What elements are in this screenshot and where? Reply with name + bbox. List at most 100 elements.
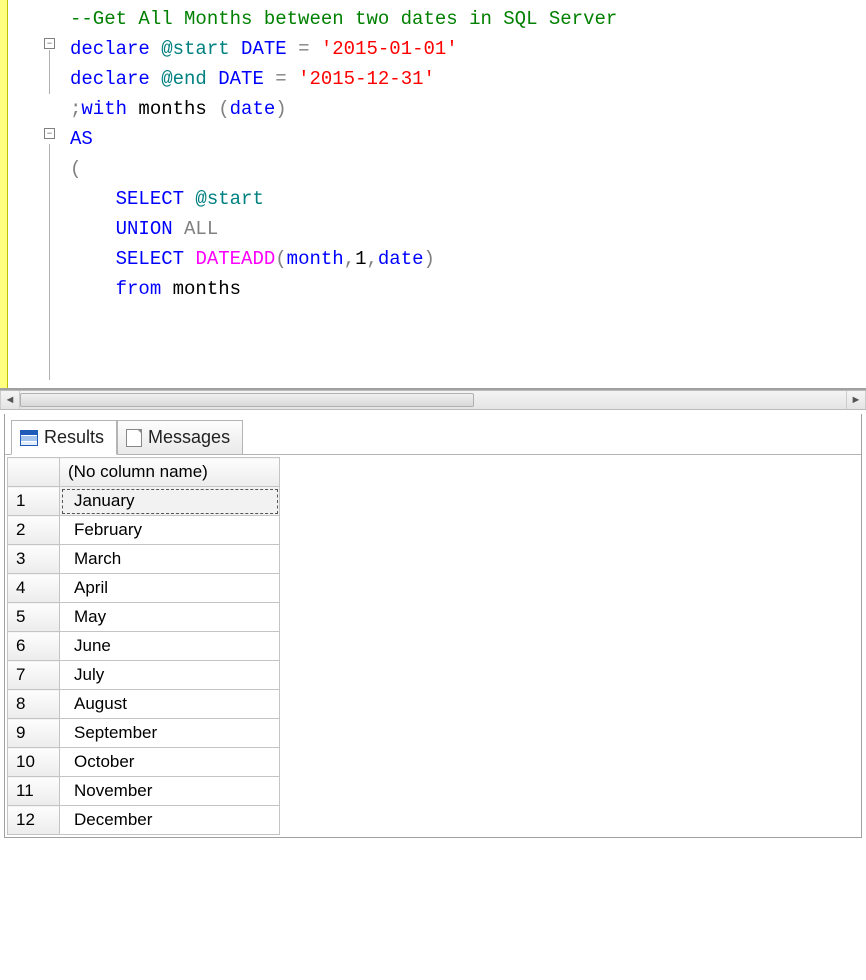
- code-line[interactable]: SELECT DATEADD(month,1,date): [70, 244, 617, 274]
- table-row[interactable]: 6June: [8, 632, 280, 661]
- results-grid[interactable]: (No column name) 1January2February3March…: [7, 457, 280, 835]
- code-fold-margin: −−: [8, 0, 52, 388]
- code-token: UNION: [116, 218, 173, 240]
- table-row[interactable]: 8August: [8, 690, 280, 719]
- code-token: with: [81, 98, 127, 120]
- code-token: [70, 188, 116, 210]
- table-row[interactable]: 4April: [8, 574, 280, 603]
- results-tabstrip: Results Messages: [5, 414, 861, 455]
- code-token: [70, 248, 116, 270]
- code-token: (: [275, 248, 286, 270]
- code-token: SELECT: [116, 248, 184, 270]
- row-number[interactable]: 5: [8, 603, 60, 632]
- code-token: [184, 248, 195, 270]
- editor-horizontal-scrollbar[interactable]: ◄ ►: [0, 390, 866, 410]
- table-icon: [20, 430, 38, 446]
- tab-messages[interactable]: Messages: [117, 420, 243, 454]
- code-token: '2015-12-31': [298, 68, 435, 90]
- grid-cell[interactable]: April: [60, 574, 280, 603]
- grid-cell[interactable]: August: [60, 690, 280, 719]
- code-line[interactable]: ;with months (date): [70, 94, 617, 124]
- code-token: (: [218, 98, 229, 120]
- grid-corner[interactable]: [8, 458, 60, 487]
- tab-messages-label: Messages: [148, 427, 230, 448]
- grid-cell[interactable]: December: [60, 806, 280, 835]
- grid-cell[interactable]: January: [60, 487, 280, 516]
- fold-toggle-icon[interactable]: −: [44, 128, 55, 139]
- table-row[interactable]: 11November: [8, 777, 280, 806]
- code-token: date: [378, 248, 424, 270]
- grid-cell[interactable]: March: [60, 545, 280, 574]
- scroll-left-arrow-icon[interactable]: ◄: [0, 391, 20, 409]
- tab-results[interactable]: Results: [11, 420, 117, 455]
- row-number[interactable]: 1: [8, 487, 60, 516]
- sql-editor-pane[interactable]: −− --Get All Months between two dates in…: [0, 0, 866, 390]
- code-text[interactable]: --Get All Months between two dates in SQ…: [70, 4, 617, 304]
- code-token: @end: [150, 68, 218, 90]
- code-token: declare: [70, 68, 150, 90]
- row-number[interactable]: 10: [8, 748, 60, 777]
- grid-cell[interactable]: May: [60, 603, 280, 632]
- grid-cell[interactable]: September: [60, 719, 280, 748]
- code-token: date: [230, 98, 276, 120]
- table-row[interactable]: 10October: [8, 748, 280, 777]
- row-number[interactable]: 6: [8, 632, 60, 661]
- table-row[interactable]: 7July: [8, 661, 280, 690]
- code-token: ;: [70, 98, 81, 120]
- code-token: [287, 38, 298, 60]
- code-token: [287, 68, 298, 90]
- grid-cell[interactable]: October: [60, 748, 280, 777]
- row-number[interactable]: 4: [8, 574, 60, 603]
- column-header[interactable]: (No column name): [60, 458, 280, 487]
- grid-cell[interactable]: June: [60, 632, 280, 661]
- grid-cell[interactable]: July: [60, 661, 280, 690]
- code-token: =: [275, 68, 286, 90]
- grid-cell[interactable]: November: [60, 777, 280, 806]
- code-token: DATEADD: [195, 248, 275, 270]
- fold-line: [49, 144, 50, 380]
- code-line[interactable]: declare @start DATE = '2015-01-01': [70, 34, 617, 64]
- code-token: [264, 68, 275, 90]
- scroll-right-arrow-icon[interactable]: ►: [846, 391, 866, 409]
- code-token: @start: [150, 38, 241, 60]
- table-row[interactable]: 3March: [8, 545, 280, 574]
- grid-cell[interactable]: February: [60, 516, 280, 545]
- table-row[interactable]: 2February: [8, 516, 280, 545]
- fold-toggle-icon[interactable]: −: [44, 38, 55, 49]
- code-token: [309, 38, 320, 60]
- code-token: declare: [70, 38, 150, 60]
- code-token: ,: [367, 248, 378, 270]
- code-line[interactable]: from months: [70, 274, 617, 304]
- row-number[interactable]: 12: [8, 806, 60, 835]
- code-token: ALL: [184, 218, 218, 240]
- row-number[interactable]: 3: [8, 545, 60, 574]
- code-line[interactable]: declare @end DATE = '2015-12-31': [70, 64, 617, 94]
- code-token: months: [161, 278, 241, 300]
- row-number[interactable]: 9: [8, 719, 60, 748]
- row-number[interactable]: 2: [8, 516, 60, 545]
- code-line[interactable]: AS: [70, 124, 617, 154]
- code-token: [70, 278, 116, 300]
- code-line[interactable]: (: [70, 154, 617, 184]
- change-indicator-gutter: [0, 0, 8, 388]
- code-token: @start: [184, 188, 264, 210]
- row-number[interactable]: 11: [8, 777, 60, 806]
- row-number[interactable]: 7: [8, 661, 60, 690]
- code-line[interactable]: UNION ALL: [70, 214, 617, 244]
- fold-line: [49, 50, 50, 94]
- code-token: AS: [70, 128, 93, 150]
- scroll-track[interactable]: [20, 391, 846, 409]
- table-row[interactable]: 9September: [8, 719, 280, 748]
- scroll-thumb[interactable]: [20, 393, 474, 407]
- code-line[interactable]: --Get All Months between two dates in SQ…: [70, 4, 617, 34]
- table-row[interactable]: 12December: [8, 806, 280, 835]
- table-row[interactable]: 1January: [8, 487, 280, 516]
- code-token: --Get All Months between two dates in SQ…: [70, 8, 617, 30]
- row-number[interactable]: 8: [8, 690, 60, 719]
- code-token: ): [424, 248, 435, 270]
- table-row[interactable]: 5May: [8, 603, 280, 632]
- code-token: SELECT: [116, 188, 184, 210]
- code-line[interactable]: SELECT @start: [70, 184, 617, 214]
- results-pane: Results Messages (No column name) 1Janua…: [4, 414, 862, 838]
- column-header-label: (No column name): [68, 462, 208, 481]
